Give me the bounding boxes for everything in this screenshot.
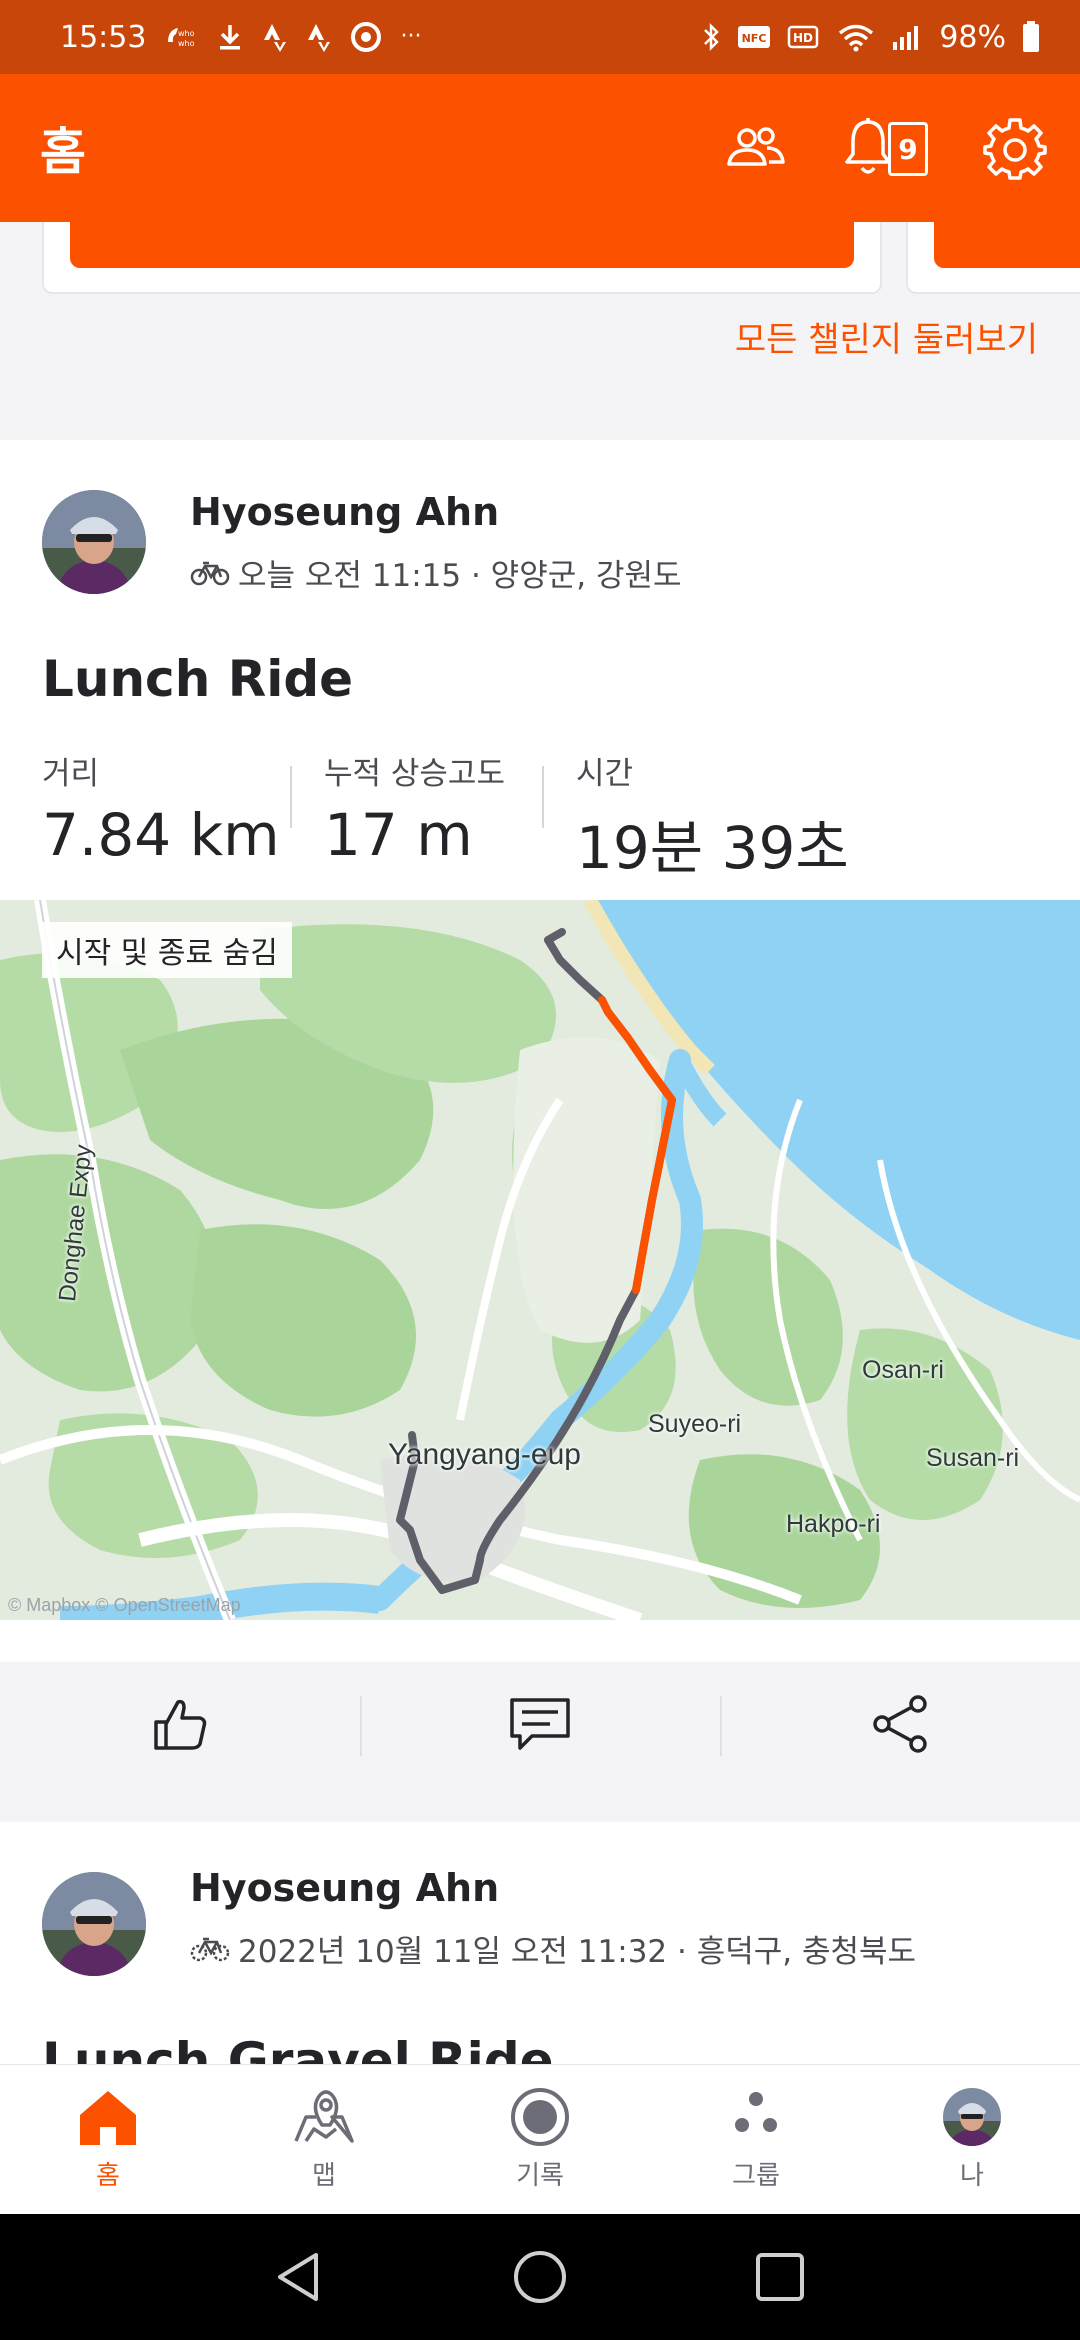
back-icon[interactable] <box>270 2247 330 2307</box>
bike-icon <box>190 561 230 585</box>
svg-text:who: who <box>178 39 195 48</box>
stat-label: 거리 <box>42 756 100 792</box>
stat-divider <box>542 766 544 828</box>
recent-apps-icon[interactable] <box>750 2247 810 2307</box>
comment-button[interactable] <box>360 1662 720 1786</box>
avatar-photo <box>42 490 146 594</box>
map-icon <box>294 2090 354 2143</box>
activity-date-location: 오늘 오전 11:15 · 양양군, 강원도 <box>238 558 682 594</box>
settings-button[interactable] <box>950 74 1080 222</box>
athlete-name[interactable]: Hyoseung Ahn <box>190 1866 499 1910</box>
signal-icon <box>893 26 919 50</box>
avatar-photo <box>42 1872 146 1976</box>
stat-label: 누적 상승고도 <box>324 756 505 792</box>
nav-home[interactable]: 홈 <box>0 2065 216 2214</box>
nav-record[interactable]: 기록 <box>432 2065 648 2214</box>
hd-label: HD <box>793 31 813 45</box>
home-button-icon[interactable] <box>510 2247 570 2307</box>
share-button[interactable] <box>720 1662 1080 1786</box>
nav-label: 홈 <box>96 2161 120 2191</box>
activity-title[interactable]: Lunch Gravel Ride <box>42 2032 554 2064</box>
athlete-name[interactable]: Hyoseung Ahn <box>190 490 499 534</box>
stat-value: 17 m <box>324 801 473 869</box>
nav-profile[interactable]: 나 <box>864 2065 1080 2214</box>
place-label-suyeo: Suyeo-ri <box>648 1410 742 1438</box>
gear-icon <box>983 118 1047 180</box>
notification-count-badge: 9 <box>888 122 928 176</box>
hd-icon: HD <box>788 25 819 49</box>
activity-date-location: 2022년 10월 11일 오전 11:32 · 흥덕구, 충청북도 <box>238 1934 917 1970</box>
home-icon <box>80 2091 136 2145</box>
stat-label: 시간 <box>576 756 634 792</box>
svg-text:who: who <box>178 29 195 38</box>
bottom-navigation: 홈 맵 기록 그룹 나 <box>0 2064 1080 2214</box>
hide-start-end-toggle[interactable]: 시작 및 종료 숨김 <box>42 922 292 978</box>
share-icon <box>873 1695 927 1753</box>
challenge-card[interactable] <box>42 222 882 294</box>
place-label-osan: Osan-ri <box>862 1356 944 1384</box>
system-navigation-bar <box>0 2214 1080 2340</box>
groups-icon <box>735 2092 777 2132</box>
people-icon <box>727 127 785 166</box>
download-icon <box>220 25 241 50</box>
athlete-avatar[interactable] <box>42 1872 146 1976</box>
notifications-button[interactable]: 9 <box>820 74 950 222</box>
place-label-susan: Susan-ri <box>926 1444 1020 1472</box>
nfc-icon: NFC <box>738 26 771 48</box>
nav-label: 나 <box>960 2161 984 2191</box>
stat-value: 19분 39초 <box>576 814 849 882</box>
activity-map[interactable]: 시작 및 종료 숨김 Donghae Expy Yangyang-eup Suy… <box>0 900 1080 1620</box>
nav-label: 그룹 <box>732 2161 780 2191</box>
bluetooth-icon <box>704 22 720 52</box>
stat-time: 시간 19분 39초 <box>576 748 849 885</box>
place-label-hakpo: Hakpo-ri <box>786 1510 881 1538</box>
gravel-bike-icon <box>190 1937 230 1961</box>
route-line <box>396 928 676 1594</box>
stat-elevation: 누적 상승고도 17 m <box>324 748 505 869</box>
activity-title[interactable]: Lunch Ride <box>42 650 353 708</box>
nav-label: 맵 <box>312 2161 336 2191</box>
challenges-section: 모든 챌린지 둘러보기 <box>0 222 1080 412</box>
challenge-join-button[interactable] <box>934 222 1080 268</box>
activity-meta: 오늘 오전 11:15 · 양양군, 강원도 <box>190 550 682 595</box>
nfc-label: NFC <box>742 32 767 45</box>
challenge-join-button[interactable] <box>70 222 854 268</box>
activity-card[interactable]: Hyoseung Ahn 2022년 10월 11일 오전 11:32 · 흥덕… <box>0 1822 1080 2064</box>
stat-value: 7.84 km <box>42 801 280 869</box>
app-bar: 홈 9 <box>0 74 1080 222</box>
nav-map[interactable]: 맵 <box>216 2065 432 2214</box>
status-time: 15:53 <box>60 19 147 55</box>
more-notifications-icon: ··· <box>400 24 422 49</box>
kudos-button[interactable] <box>0 1662 360 1786</box>
activity-meta: 2022년 10월 11일 오전 11:32 · 흥덕구, 충청북도 <box>190 1926 916 1971</box>
comment-icon <box>510 1698 570 1750</box>
map-attribution: © Mapbox © OpenStreetMap <box>8 1595 241 1615</box>
battery-percent: 98% <box>939 19 1006 55</box>
strava-icon <box>264 24 287 52</box>
nav-label: 기록 <box>516 2161 564 2191</box>
who-who-icon: whowho <box>168 28 195 48</box>
see-all-challenges-link[interactable]: 모든 챌린지 둘러보기 <box>735 312 1038 361</box>
battery-icon <box>1023 21 1039 52</box>
challenge-card[interactable] <box>906 222 1080 294</box>
thumbs-up-icon <box>154 1699 207 1750</box>
strava-icon <box>308 24 331 52</box>
stat-divider <box>290 766 292 828</box>
record-icon <box>511 2088 569 2146</box>
wifi-icon <box>839 24 874 52</box>
place-label-town: Yangyang-eup <box>388 1438 581 1471</box>
profile-avatar-icon <box>943 2088 1001 2146</box>
stat-distance: 거리 7.84 km <box>42 748 280 869</box>
page-title: 홈 <box>40 123 86 181</box>
activity-card[interactable]: Hyoseung Ahn 오늘 오전 11:15 · 양양군, 강원도 Lunc… <box>0 440 1080 1786</box>
activity-actions <box>0 1662 1080 1786</box>
athlete-avatar[interactable] <box>42 490 146 594</box>
chrome-icon <box>351 22 382 52</box>
find-friends-button[interactable] <box>690 74 820 222</box>
nav-groups[interactable]: 그룹 <box>648 2065 864 2214</box>
status-bar: 15:53 who who ··· NFC HD 98% <box>0 0 1080 74</box>
